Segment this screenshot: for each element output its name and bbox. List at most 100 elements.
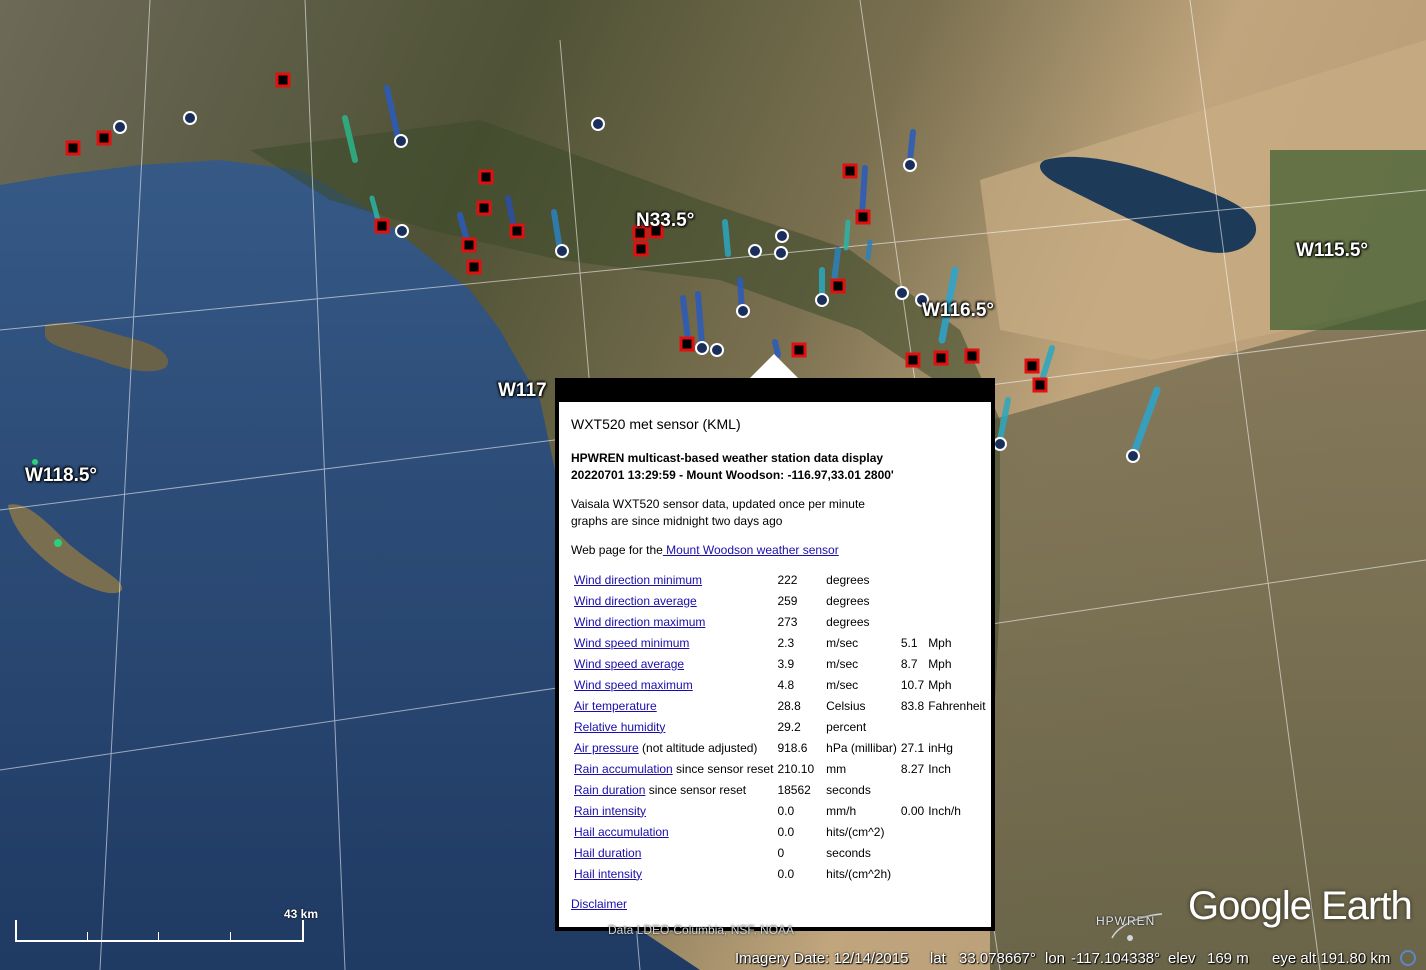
metric-value: 29.2 [777, 719, 801, 734]
metric-unit: m/sec [826, 677, 859, 692]
metric-label-cell: Wind direction maximum [572, 611, 775, 632]
disclaimer-link[interactable]: Disclaimer [571, 897, 627, 911]
metric-label-cell: Hail intensity [572, 863, 775, 884]
metric-unit: m/sec [826, 635, 859, 650]
metric-link[interactable]: Wind direction average [574, 594, 697, 608]
metric-value: 0.0 [777, 803, 795, 818]
metric-link[interactable]: Hail accumulation [574, 825, 669, 839]
lon-label: lon [1045, 950, 1066, 967]
metric-row: Wind speed minimum 2.3 m/sec 5.1 Mph [572, 632, 988, 653]
metric-unit: hits/(cm^2) [826, 824, 885, 839]
lon-value: -117.104338° [1071, 950, 1161, 967]
metric-unit: degrees [826, 572, 870, 587]
status-bar: Imagery Date: 12/14/2015 lat 33.078667° … [0, 946, 1426, 970]
metric-link[interactable]: Wind speed maximum [574, 678, 693, 692]
metric-label-cell: Wind speed minimum [572, 632, 775, 653]
metric-unit-alt [926, 821, 987, 842]
popup-title-bar[interactable] [557, 380, 993, 402]
metric-value-alt: 8.27 [900, 761, 925, 776]
metric-unit: mm/h [826, 803, 857, 818]
metric-unit: m/sec [826, 656, 859, 671]
metric-unit-alt [926, 779, 987, 800]
metric-value-alt [899, 716, 926, 737]
metric-label-suffix: (not altitude adjusted) [638, 740, 758, 755]
metric-label-cell: Wind speed maximum [572, 674, 775, 695]
metric-value: 28.8 [777, 698, 801, 713]
hpwren-logo: HPWREN [1096, 914, 1156, 928]
metric-link[interactable]: Hail intensity [574, 867, 642, 881]
popup-header-line-1: HPWREN multicast-based weather station d… [571, 451, 884, 465]
popup-header-line-2: 20220701 13:29:59 - Mount Woodson: -116.… [571, 468, 894, 482]
weather-sensor-link[interactable]: Mount Woodson weather sensor [663, 543, 839, 557]
grid-label-n33-5: N33.5° [636, 210, 695, 231]
metric-unit-alt [926, 611, 987, 632]
metric-link[interactable]: Rain intensity [574, 804, 646, 818]
metric-value: 0.0 [777, 824, 795, 839]
metric-label-cell: Wind direction average [572, 590, 775, 611]
metric-label-cell: Wind speed average [572, 653, 775, 674]
metric-unit: hits/(cm^2h) [826, 866, 892, 881]
metric-row: Hail intensity 0.0 hits/(cm^2h) [572, 863, 988, 884]
metric-value: 918.6 [777, 740, 808, 755]
eye-altitude: eye alt 191.80 km [1272, 950, 1391, 967]
metric-label-suffix: since sensor reset [645, 782, 747, 797]
popup-body: WXT520 met sensor (KML) HPWREN multicast… [557, 402, 993, 929]
metric-value-alt [899, 590, 926, 611]
metric-link[interactable]: Air temperature [574, 699, 657, 713]
metric-value-alt: 8.7 [900, 656, 918, 671]
metric-label-cell: Hail accumulation [572, 821, 775, 842]
metric-value-alt [899, 779, 926, 800]
metric-row: Air pressure (not altitude adjusted) 918.… [572, 737, 988, 758]
popup-title: WXT520 met sensor (KML) [571, 416, 741, 432]
metric-unit-alt: Mph [928, 656, 952, 671]
metric-link[interactable]: Rain duration [574, 783, 645, 797]
metric-value: 2.3 [777, 635, 795, 650]
grid-label-w115-5: W115.5° [1296, 240, 1369, 261]
metric-link[interactable]: Wind direction minimum [574, 573, 702, 587]
metric-unit-alt [926, 842, 987, 863]
imagery-date: Imagery Date: 12/14/2015 [735, 950, 909, 967]
metric-link[interactable]: Wind speed minimum [574, 636, 689, 650]
metric-label-cell: Rain intensity [572, 800, 775, 821]
elev-value: 169 m [1207, 950, 1249, 967]
metric-unit-alt: Inch [928, 761, 951, 776]
metric-unit-alt [926, 716, 987, 737]
scale-bar [15, 920, 304, 942]
webpage-prefix: Web page for the [571, 543, 663, 557]
popup-webpage-line: Web page for the Mount Woodson weather s… [571, 542, 983, 559]
metric-unit-alt: Mph [928, 677, 952, 692]
metric-row: Rain duration since sensor reset 18562 sec… [572, 779, 988, 800]
metric-row: Relative humidity 29.2 percent [572, 716, 988, 737]
metric-value: 259 [777, 593, 798, 608]
metric-unit: percent [826, 719, 867, 734]
grid-label-w118-5: W118.5° [25, 465, 98, 486]
metric-link[interactable]: Rain accumulation [574, 762, 673, 776]
metric-link[interactable]: Wind direction maximum [574, 615, 705, 629]
metric-unit-alt [926, 569, 987, 590]
metric-link[interactable]: Wind speed average [574, 657, 684, 671]
metric-value: 273 [777, 614, 798, 629]
popup-callout-pointer [748, 354, 800, 380]
scale-bar-label: 43 km [284, 907, 319, 921]
metric-value-alt: 0.00 [900, 803, 925, 818]
metric-unit: Celsius [826, 698, 866, 713]
metric-row: Rain accumulation since sensor reset 210.… [572, 758, 988, 779]
metric-link[interactable]: Hail duration [574, 846, 641, 860]
metric-row: Rain intensity 0.0 mm/h 0.00 Inch/h [572, 800, 988, 821]
metric-row: Wind speed maximum 4.8 m/sec 10.7 Mph [572, 674, 988, 695]
station-info-popup[interactable]: WXT520 met sensor (KML) HPWREN multicast… [555, 378, 995, 931]
navigation-control-icon[interactable] [1400, 950, 1416, 966]
metric-unit: seconds [826, 782, 871, 797]
metric-value: 0.0 [777, 866, 795, 881]
metric-unit: mm [826, 761, 847, 776]
metric-value-alt [899, 821, 926, 842]
metric-row: Hail duration 0 seconds [572, 842, 988, 863]
metric-value-alt [899, 611, 926, 632]
metric-link[interactable]: Air pressure [574, 741, 639, 755]
metric-value-alt: 5.1 [900, 635, 918, 650]
metric-label-cell: Air temperature [572, 695, 775, 716]
metric-value: 3.9 [777, 656, 795, 671]
metric-link[interactable]: Relative humidity [574, 720, 665, 734]
metric-value-alt [899, 569, 926, 590]
metric-row: Air temperature 28.8 Celsius 83.8 Fahrenheit [572, 695, 988, 716]
